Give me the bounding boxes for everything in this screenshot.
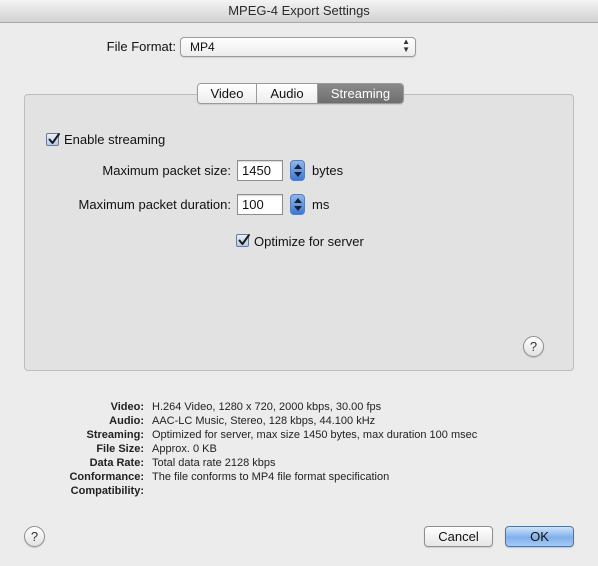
stepper-down-icon — [294, 206, 302, 211]
window-title: MPEG-4 Export Settings — [0, 0, 598, 23]
summary-value-video: H.264 Video, 1280 x 720, 2000 kbps, 30.0… — [152, 401, 382, 413]
summary-label-audio: Audio: — [109, 415, 144, 427]
tab-audio[interactable]: Audio — [257, 84, 318, 103]
stepper-up-icon — [294, 164, 302, 169]
tab-bar: Video Audio Streaming — [197, 83, 404, 104]
optimize-server-checkbox[interactable] — [236, 234, 250, 247]
file-format-select[interactable]: MP4 ▲ ▼ — [180, 37, 416, 57]
enable-streaming-label: Enable streaming — [64, 132, 166, 147]
ok-button[interactable]: OK — [505, 526, 574, 547]
checkmark-icon — [48, 133, 60, 144]
summary-value-conformance: The file conforms to MP4 file format spe… — [152, 471, 390, 483]
packet-size-stepper[interactable] — [290, 160, 305, 181]
optimize-server-label: Optimize for server — [254, 234, 364, 249]
packet-duration-unit: ms — [312, 197, 330, 212]
summary-value-streaming: Optimized for server, max size 1450 byte… — [152, 429, 478, 441]
enable-streaming-checkbox[interactable] — [46, 133, 60, 146]
stepper-up-icon — [294, 198, 302, 203]
packet-size-label: Maximum packet size: — [102, 163, 231, 178]
packet-size-unit: bytes — [312, 163, 344, 178]
file-format-label: File Format: — [106, 39, 176, 54]
summary-label-compatibility: Compatibility: — [70, 485, 144, 497]
packet-duration-label: Maximum packet duration: — [78, 197, 231, 212]
stepper-down-icon — [294, 172, 302, 177]
summary-label-conformance: Conformance: — [69, 471, 144, 483]
summary-value-audio: AAC-LC Music, Stereo, 128 kbps, 44.100 k… — [152, 415, 376, 427]
packet-size-field[interactable]: 1450 — [237, 160, 283, 181]
dialog-help-button[interactable]: ? — [24, 526, 45, 547]
file-format-value: MP4 — [190, 40, 215, 54]
summary-label-data-rate: Data Rate: — [89, 457, 144, 469]
tab-video[interactable]: Video — [198, 84, 257, 103]
cancel-button[interactable]: Cancel — [424, 526, 493, 547]
summary-value-file-size: Approx. 0 KB — [152, 443, 217, 455]
packet-duration-stepper[interactable] — [290, 194, 305, 215]
summary-value-data-rate: Total data rate 2128 kbps — [152, 457, 276, 469]
select-arrows-icon: ▲ ▼ — [402, 37, 410, 54]
summary-label-video: Video: — [110, 401, 144, 413]
tab-streaming[interactable]: Streaming — [318, 84, 403, 103]
checkmark-icon — [238, 234, 250, 245]
panel-help-button[interactable]: ? — [523, 336, 544, 357]
summary-label-streaming: Streaming: — [86, 429, 144, 441]
summary-label-file-size: File Size: — [96, 443, 144, 455]
packet-duration-field[interactable]: 100 — [237, 194, 283, 215]
